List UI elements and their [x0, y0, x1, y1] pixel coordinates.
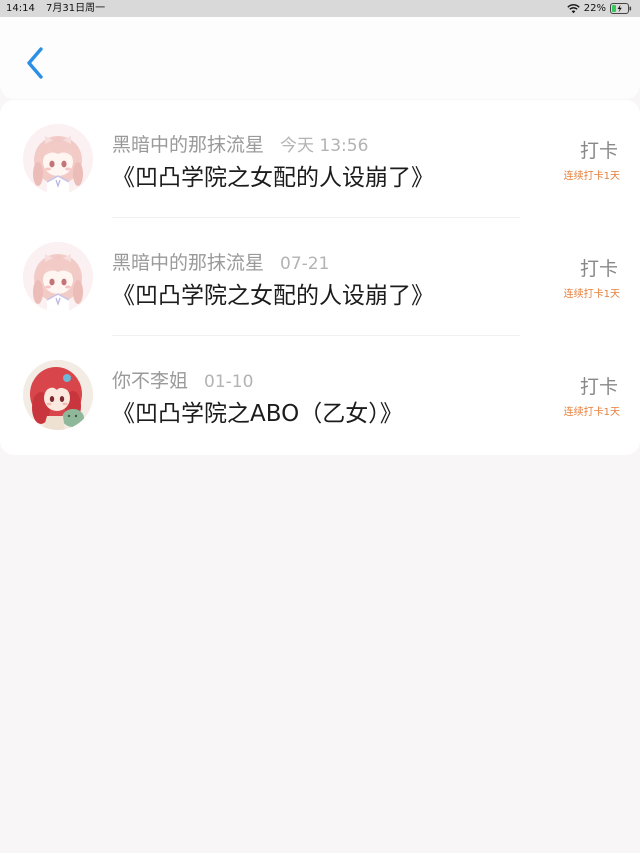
book-title[interactable]: 《凹凸学院之女配的人设崩了》 — [112, 276, 434, 310]
status-date: 7月31日周一 — [46, 3, 106, 14]
status-bar: 14:14 7月31日周一 22% — [0, 0, 640, 17]
timestamp: 07-21 — [280, 254, 330, 274]
entry-meta: 你不李姐 01-10 — [112, 366, 253, 393]
checkin-list: 黑暗中的那抹流星 今天 13:56 《凹凸学院之女配的人设崩了》 打卡 连续打卡1… — [0, 100, 640, 455]
avatar[interactable] — [23, 360, 93, 430]
timestamp: 今天 13:56 — [280, 136, 369, 156]
book-title[interactable]: 《凹凸学院之ABO（乙女）》 — [112, 394, 403, 428]
streak-label: 连续打卡1天 — [563, 171, 620, 182]
entry-meta: 黑暗中的那抹流星 今天 13:56 — [112, 130, 368, 157]
battery-percent: 22% — [583, 3, 606, 14]
nav-bar — [0, 17, 640, 99]
wifi-icon — [567, 3, 580, 14]
list-item[interactable]: 黑暗中的那抹流星 今天 13:56 《凹凸学院之女配的人设崩了》 打卡 连续打卡1… — [0, 100, 640, 218]
checkin-button[interactable]: 打卡 — [580, 254, 618, 281]
checkin-button[interactable]: 打卡 — [580, 136, 618, 163]
streak-label: 连续打卡1天 — [563, 289, 620, 300]
avatar[interactable] — [23, 242, 93, 312]
list-item[interactable]: 你不李姐 01-10 《凹凸学院之ABO（乙女）》 打卡 连续打卡1天 — [0, 336, 640, 454]
back-button[interactable] — [18, 45, 52, 85]
streak-label: 连续打卡1天 — [563, 407, 620, 418]
book-title[interactable]: 《凹凸学院之女配的人设崩了》 — [112, 158, 434, 192]
timestamp: 01-10 — [204, 372, 254, 392]
entry-meta: 黑暗中的那抹流星 07-21 — [112, 248, 329, 275]
username[interactable]: 黑暗中的那抹流星 — [112, 134, 264, 156]
status-left: 14:14 7月31日周一 — [6, 0, 105, 17]
battery-charging-icon — [610, 3, 632, 14]
status-time: 14:14 — [6, 3, 35, 14]
username[interactable]: 你不李姐 — [112, 370, 188, 392]
status-right: 22% — [567, 0, 632, 17]
avatar[interactable] — [23, 124, 93, 194]
username[interactable]: 黑暗中的那抹流星 — [112, 252, 264, 274]
checkin-button[interactable]: 打卡 — [580, 372, 618, 399]
chevron-left-icon — [25, 46, 45, 84]
list-item[interactable]: 黑暗中的那抹流星 07-21 《凹凸学院之女配的人设崩了》 打卡 连续打卡1天 — [0, 218, 640, 336]
